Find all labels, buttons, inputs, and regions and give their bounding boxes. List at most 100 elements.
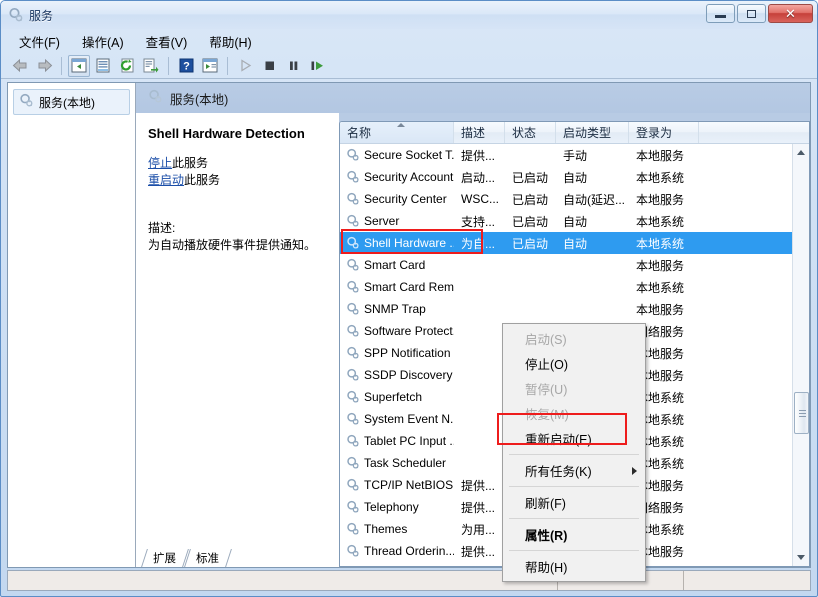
cell-description: 支持... [454,213,505,230]
table-row[interactable]: Shell Hardware ...为自...已启动自动本地系统 [340,232,792,254]
stop-service-icon[interactable] [258,55,280,77]
restart-service-link[interactable]: 重启动 [148,173,184,187]
chevron-up-icon [797,150,805,155]
cell-service-name: Security Account... [340,170,454,184]
services-gear-icon [346,236,360,250]
column-header-名称[interactable]: 名称 [340,122,454,143]
ctx-refresh[interactable]: 刷新(F) [503,490,645,515]
cell-service-name: Secure Socket T... [340,148,454,162]
menu-view[interactable]: 查看(V) [138,29,196,54]
table-row[interactable]: Security Account...启动...已启动自动本地系统 [340,166,792,188]
services-gear-icon [346,456,360,470]
cell-startup-type: 手动 [556,147,629,164]
table-row[interactable]: Smart Card Rem...本地系统 [340,276,792,298]
export-list-icon[interactable] [140,55,162,77]
cell-logon-as: 本地系统 [629,235,699,252]
cell-description: 启动... [454,169,505,186]
context-menu-item-label: 刷新(F) [525,493,566,512]
cell-service-name: Software Protect... [340,324,454,338]
service-name-label: Smart Card [364,258,425,272]
services-gear-icon [346,434,360,448]
forward-icon[interactable] [33,55,55,77]
cell-service-name: SPP Notification ... [340,346,454,360]
cell-description: 提供... [454,499,505,516]
ctx-restart[interactable]: 重新启动(E) [503,426,645,451]
column-header-label: 登录为 [636,124,672,141]
services-gear-icon [346,258,360,272]
toolbar: ? [1,53,817,79]
column-header-状态[interactable]: 状态 [505,122,556,143]
table-row[interactable]: SNMP Trap本地服务 [340,298,792,320]
tab-extended[interactable]: 扩展 [142,549,185,567]
tree-node-services-local[interactable]: 服务(本地) [13,89,130,115]
service-name-label: Software Protect... [364,324,454,338]
cell-service-name: SNMP Trap [340,302,454,316]
context-menu-item-label: 恢复(M) [525,404,569,423]
description-label: 描述: [148,219,329,236]
table-row[interactable]: Secure Socket T...提供...手动本地服务 [340,144,792,166]
stop-service-link[interactable]: 停止 [148,156,172,170]
cell-status: 已启动 [505,213,556,230]
cell-service-name: Thread Orderin... [340,544,454,558]
ctx-stop[interactable]: 停止(O) [503,351,645,376]
services-gear-icon [346,280,360,294]
service-details-panel: Shell Hardware Detection 停止此服务 重启动此服务 描述… [136,113,339,567]
close-button[interactable]: ✕ [768,4,813,23]
column-header-登录为[interactable]: 登录为 [629,122,699,143]
chevron-down-icon [797,555,805,560]
service-name-label: Shell Hardware ... [364,236,454,250]
restart-service-icon[interactable] [306,55,328,77]
vertical-scrollbar[interactable] [792,144,809,566]
services-list-header: 名称描述状态启动类型登录为 [340,122,809,144]
services-gear-icon [346,390,360,404]
menu-action[interactable]: 操作(A) [74,29,132,54]
column-header-blank[interactable] [699,122,809,143]
ctx-resume: 恢复(M) [503,401,645,426]
column-header-启动类型[interactable]: 启动类型 [556,122,629,143]
cell-startup-type: 自动(延迟... [556,191,629,208]
context-menu-item-label: 属性(R) [525,525,567,544]
table-row[interactable]: Security CenterWSC...已启动自动(延迟...本地服务 [340,188,792,210]
minimize-icon [715,15,726,18]
stop-service-link-suffix: 此服务 [172,156,208,170]
services-gear-icon [346,412,360,426]
column-header-描述[interactable]: 描述 [454,122,505,143]
show-hide-tree-icon[interactable] [68,55,90,77]
tab-standard[interactable]: 标准 [185,549,228,567]
results-pane-body: Shell Hardware Detection 停止此服务 重启动此服务 描述… [136,113,810,567]
show-console-tree-icon[interactable] [199,55,221,77]
help-icon[interactable]: ? [175,55,197,77]
cell-description: 提供... [454,147,505,164]
cell-logon-as: 本地系统 [629,213,699,230]
cell-service-name: Smart Card [340,258,454,272]
scrollbar-thumb[interactable] [794,392,809,434]
properties-icon[interactable] [92,55,114,77]
tree-node-label: 服务(本地) [39,94,95,111]
context-menu-item-label: 所有任务(K) [525,461,592,480]
cell-logon-as: 本地服务 [629,191,699,208]
refresh-icon[interactable] [116,55,138,77]
back-icon[interactable] [9,55,31,77]
minimize-button[interactable] [706,4,735,23]
start-service-icon[interactable] [234,55,256,77]
status-cell-tertiary [684,571,810,590]
table-row[interactable]: Smart Card本地服务 [340,254,792,276]
ctx-help[interactable]: 帮助(H) [503,554,645,579]
cell-startup-type: 自动 [556,235,629,252]
pause-service-icon[interactable] [282,55,304,77]
cell-service-name: Security Center [340,192,454,206]
ctx-all-tasks[interactable]: 所有任务(K) [503,458,645,483]
table-row[interactable]: Server支持...已启动自动本地系统 [340,210,792,232]
scroll-up-button[interactable] [793,144,809,161]
ctx-properties[interactable]: 属性(R) [503,522,645,547]
client-area: 服务(本地) 服务(本地) [7,82,811,568]
cell-service-name: SSDP Discovery [340,368,454,382]
menu-help[interactable]: 帮助(H) [201,29,259,54]
service-name-label: Security Center [364,192,447,206]
cell-startup-type: 自动 [556,213,629,230]
context-menu-separator [509,518,639,519]
context-menu-separator [509,454,639,455]
scroll-down-button[interactable] [793,549,809,566]
menu-file[interactable]: 文件(F) [11,29,68,54]
maximize-button[interactable] [737,4,766,23]
